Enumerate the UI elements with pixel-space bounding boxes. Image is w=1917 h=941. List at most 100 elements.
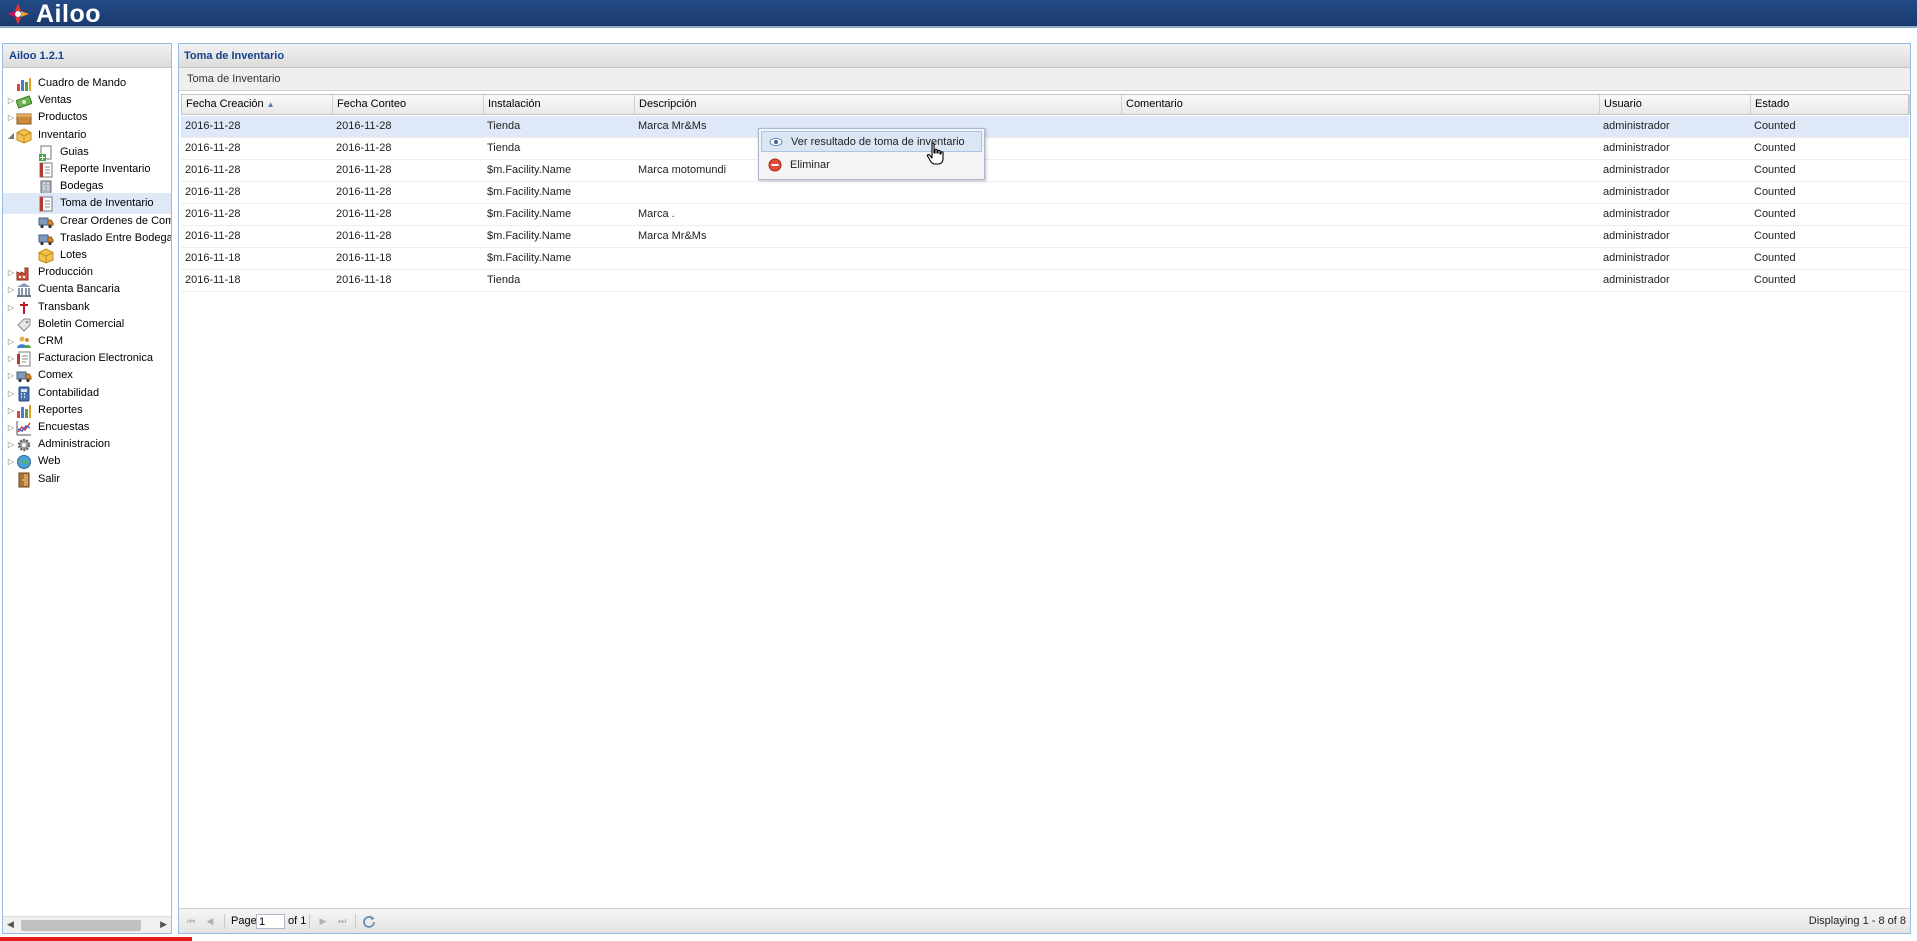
column-header-label: Fecha Conteo xyxy=(337,98,407,110)
table-cell: Tienda xyxy=(487,142,521,154)
toolbar-separator xyxy=(309,914,310,929)
table-row[interactable]: 2016-11-18 2016-11-18 Tienda administrador C… xyxy=(181,270,1909,292)
table-cell: $m.Facility.Name xyxy=(487,164,572,176)
table-cell: Counted xyxy=(1754,252,1796,264)
table-cell: 2016-11-28 xyxy=(185,120,241,132)
navigation-sidebar: Ailoo 1.2.1 Cuadro de Mando ▷ Ventas ▷ Produ… xyxy=(2,43,172,934)
table-cell xyxy=(1121,182,1599,203)
table-row[interactable]: 2016-11-28 2016-11-28 $m.Facility.Name Marc… xyxy=(181,160,1909,182)
table-cell: Marca Mr&Ms xyxy=(638,230,707,242)
menu-item-label: Eliminar xyxy=(790,159,830,171)
table-cell: 2016-11-28 xyxy=(336,230,392,242)
table-cell xyxy=(1121,248,1599,269)
column-header-label: Fecha Creación xyxy=(186,98,264,110)
table-row[interactable]: 2016-11-28 2016-11-28 $m.Facility.Name Marc… xyxy=(181,204,1909,226)
displaying-count: Displaying 1 - 8 of 8 xyxy=(1808,915,1906,927)
bottom-accent-bar xyxy=(0,937,192,941)
table-cell xyxy=(1121,270,1599,291)
toolbar-separator xyxy=(355,914,356,929)
scroll-right-icon[interactable]: ▶ xyxy=(160,919,167,930)
scroll-left-icon[interactable]: ◀ xyxy=(7,919,14,930)
first-page-icon[interactable]: ⏮ xyxy=(184,915,198,928)
table-cell xyxy=(1121,226,1599,247)
table-cell: 2016-11-28 xyxy=(185,208,241,220)
table-cell xyxy=(1121,160,1599,181)
table-cell: Counted xyxy=(1754,230,1796,242)
table-cell: 2016-11-28 xyxy=(185,186,241,198)
column-header[interactable]: Fecha Conteo xyxy=(333,95,484,114)
sidebar-item-label: Salir xyxy=(38,472,61,485)
main-panel: Toma de Inventario Toma de Inventario Fe… xyxy=(178,43,1911,934)
table-cell: 2016-11-28 xyxy=(336,120,392,132)
table-cell: $m.Facility.Name xyxy=(487,208,572,220)
table-row[interactable]: 2016-11-28 2016-11-28 $m.Facility.Name admi… xyxy=(181,182,1909,204)
column-header-label: Estado xyxy=(1755,98,1790,110)
table-cell xyxy=(634,248,1121,269)
pagination-toolbar: ⏮ ◀ Page of 1 ▶ ⏭ Displaying 1 - 8 of 8 xyxy=(179,908,1910,933)
delete-icon xyxy=(768,158,782,172)
scrollbar-thumb[interactable] xyxy=(21,920,141,931)
table-row[interactable]: 2016-11-28 2016-11-28 $m.Facility.Name Marc… xyxy=(181,226,1909,248)
last-page-icon[interactable]: ⏭ xyxy=(335,915,349,928)
table-cell: $m.Facility.Name xyxy=(487,230,572,242)
table-cell: administrador xyxy=(1603,164,1670,176)
next-page-icon[interactable]: ▶ xyxy=(316,915,330,928)
page-count-label: of 1 xyxy=(288,915,307,927)
table-cell xyxy=(634,182,1121,203)
sidebar-item-salir[interactable]: Salir xyxy=(3,469,171,490)
table-cell: 2016-11-18 xyxy=(336,252,392,264)
column-header[interactable]: Instalación xyxy=(484,95,635,114)
table-cell: Counted xyxy=(1754,164,1796,176)
table-cell: administrador xyxy=(1603,142,1670,154)
table-row[interactable]: 2016-11-28 2016-11-28 Tienda administrador C… xyxy=(181,138,1909,160)
column-header[interactable]: Comentario xyxy=(1122,95,1600,114)
table-row[interactable]: 2016-11-28 2016-11-28 Tienda Marca Mr&Ms adm… xyxy=(181,116,1909,138)
grid-title: Toma de Inventario xyxy=(179,68,1910,91)
table-cell: administrador xyxy=(1603,230,1670,242)
table-cell: 2016-11-28 xyxy=(336,164,392,176)
page-number-input[interactable] xyxy=(256,914,285,929)
table-cell: Counted xyxy=(1754,208,1796,220)
table-cell: $m.Facility.Name xyxy=(487,186,572,198)
table-row[interactable]: 2016-11-18 2016-11-18 $m.Facility.Name admi… xyxy=(181,248,1909,270)
table-cell xyxy=(1121,204,1599,225)
row-context-menu: Ver resultado de toma de inventario Elimi… xyxy=(758,128,985,180)
previous-page-icon[interactable]: ◀ xyxy=(203,915,217,928)
table-cell: 2016-11-18 xyxy=(336,274,392,286)
door-icon xyxy=(16,472,32,488)
toolbar-separator xyxy=(224,914,225,929)
table-cell: administrador xyxy=(1603,208,1670,220)
table-cell: Marca . xyxy=(638,208,675,220)
app-name: Ailoo xyxy=(36,0,101,28)
column-header[interactable]: Estado xyxy=(1751,95,1910,114)
table-cell: 2016-11-18 xyxy=(185,274,241,286)
table-cell: administrador xyxy=(1603,252,1670,264)
page-label: Page xyxy=(231,915,257,927)
table-cell: 2016-11-28 xyxy=(336,186,392,198)
table-cell: Counted xyxy=(1754,186,1796,198)
column-header-label: Descripción xyxy=(639,98,697,110)
panel-title: Toma de Inventario xyxy=(179,44,1910,68)
refresh-icon[interactable] xyxy=(361,914,377,930)
menu-item-eliminar[interactable]: Eliminar xyxy=(761,155,982,176)
sidebar-horizontal-scrollbar[interactable]: ◀ ▶ xyxy=(3,916,171,933)
table-cell: $m.Facility.Name xyxy=(487,252,572,264)
column-header-label: Comentario xyxy=(1126,98,1183,110)
column-header[interactable]: Descripción xyxy=(635,95,1122,114)
column-header[interactable]: Fecha Creación ▲ xyxy=(182,95,333,114)
table-cell: Counted xyxy=(1754,274,1796,286)
table-cell: administrador xyxy=(1603,274,1670,286)
table-cell: 2016-11-18 xyxy=(185,252,241,264)
table-cell: Counted xyxy=(1754,120,1796,132)
column-header[interactable]: Usuario xyxy=(1600,95,1751,114)
menu-item-ver-resultado-de-toma-de-inventario[interactable]: Ver resultado de toma de inventario xyxy=(761,131,982,152)
table-cell xyxy=(634,270,1121,291)
table-cell: administrador xyxy=(1603,120,1670,132)
column-header-label: Instalación xyxy=(488,98,541,110)
column-header-label: Usuario xyxy=(1604,98,1642,110)
table-cell: Tienda xyxy=(487,274,521,286)
app-logo: Ailoo xyxy=(6,0,101,28)
table-cell: Counted xyxy=(1754,142,1796,154)
table-cell: 2016-11-28 xyxy=(185,164,241,176)
table-cell: 2016-11-28 xyxy=(336,142,392,154)
